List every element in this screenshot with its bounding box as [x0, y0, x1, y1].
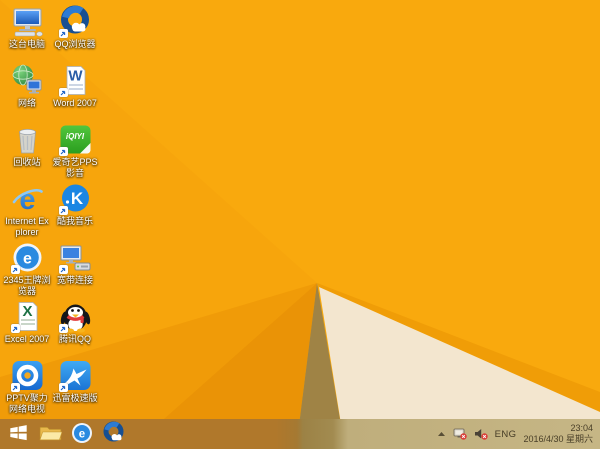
- svg-text:e: e: [79, 428, 85, 440]
- clock-time: 23:04: [570, 423, 593, 433]
- shortcut-arrow-icon: [58, 206, 68, 215]
- desktop-icon-2345-browser[interactable]: e 2345王牌浏览器: [3, 239, 51, 298]
- network-icon: [11, 64, 44, 97]
- svg-text:K: K: [70, 189, 83, 208]
- shortcut-arrow-icon: [58, 147, 68, 156]
- icon-label: 腾讯QQ: [58, 334, 91, 344]
- taskbar-buttons: e: [0, 419, 133, 449]
- icon-label: Internet Explorer: [5, 216, 49, 237]
- recycle-bin-icon: [11, 123, 44, 156]
- desktop-icons: 这台电脑 网络 回收站 e Internet Explorer e 2345王牌…: [3, 3, 99, 416]
- icon-label: 这台电脑: [8, 39, 45, 49]
- shortcut-arrow-icon: [10, 265, 20, 274]
- taskbar-clock[interactable]: 23:04 2016/4/30 星期六: [523, 423, 593, 445]
- qq-browser-icon: [58, 5, 92, 38]
- shortcut-arrow-icon: [58, 265, 68, 274]
- desktop-icon-xunlei[interactable]: 迅雷极速版: [51, 357, 99, 416]
- taskbar: e ENG 23:04 2016/4/30 星期六: [0, 419, 600, 449]
- 2345-browser-icon: e: [10, 241, 44, 274]
- windows-logo-icon: [8, 422, 29, 446]
- hidden-icons-chevron[interactable]: [437, 430, 446, 438]
- folder-icon: [39, 423, 62, 445]
- svg-text:X: X: [22, 303, 32, 320]
- qq-browser-icon: [102, 421, 126, 448]
- internet-explorer-icon: e: [11, 182, 44, 215]
- desktop: 这台电脑 网络 回收站 e Internet Explorer e 2345王牌…: [0, 0, 600, 449]
- start-button[interactable]: [5, 419, 31, 449]
- volume-muted-icon[interactable]: [474, 428, 488, 440]
- icon-label: PPTV聚力 网络电视: [6, 393, 48, 414]
- desktop-icon-kuwo-music[interactable]: K 酷我音乐: [51, 180, 99, 239]
- icon-label: QQ浏览器: [54, 39, 96, 49]
- icon-label: 宽带连接: [56, 275, 93, 285]
- desktop-icon-tencent-qq[interactable]: 腾讯QQ: [51, 298, 99, 357]
- desktop-icon-network[interactable]: 网络: [3, 62, 51, 121]
- icon-label: 回收站: [13, 157, 41, 167]
- word-icon: W: [58, 64, 92, 97]
- icon-label: 迅雷极速版: [52, 393, 98, 403]
- shortcut-arrow-icon: [58, 29, 68, 38]
- tencent-qq-icon: [58, 300, 92, 333]
- desktop-icon-word-2007[interactable]: W Word 2007: [51, 62, 99, 121]
- shortcut-arrow-icon: [10, 324, 20, 333]
- desktop-icon-broadband[interactable]: 宽带连接: [51, 239, 99, 298]
- this-pc-icon: [11, 5, 44, 38]
- shortcut-arrow-icon: [58, 383, 68, 392]
- xunlei-icon: [58, 359, 92, 392]
- icon-label: Word 2007: [53, 98, 97, 108]
- desktop-icon-iqiyi-pps[interactable]: iQIYI 爱奇艺PPS 影音: [51, 121, 99, 180]
- clock-date: 2016/4/30 星期六: [523, 434, 593, 444]
- taskbar-2345-browser[interactable]: e: [69, 419, 95, 449]
- desktop-icon-excel-2007[interactable]: X Excel 2007: [3, 298, 51, 357]
- pptv-icon: [10, 359, 44, 392]
- taskbar-qq-browser[interactable]: [101, 419, 127, 449]
- shortcut-arrow-icon: [58, 88, 68, 97]
- desktop-icon-this-pc[interactable]: 这台电脑: [3, 3, 51, 62]
- svg-text:iQIYI: iQIYI: [65, 132, 84, 141]
- svg-text:e: e: [19, 184, 35, 215]
- excel-icon: X: [10, 300, 44, 333]
- icon-label: 爱奇艺PPS 影音: [52, 157, 98, 178]
- svg-text:W: W: [68, 68, 83, 85]
- 2345-browser-icon: e: [71, 422, 93, 447]
- icon-label: 酷我音乐: [56, 216, 93, 226]
- desktop-icon-qq-browser[interactable]: QQ浏览器: [51, 3, 99, 62]
- broadband-connection-icon: [58, 241, 92, 274]
- network-disconnected-icon[interactable]: [453, 428, 467, 440]
- iqiyi-pps-icon: iQIYI: [58, 123, 92, 156]
- icon-label: 2345王牌浏览器: [3, 275, 51, 296]
- system-tray: ENG 23:04 2016/4/30 星期六: [437, 419, 600, 449]
- icon-label: Excel 2007: [4, 334, 50, 344]
- taskbar-file-explorer[interactable]: [37, 419, 63, 449]
- desktop-icon-recycle-bin[interactable]: 回收站: [3, 121, 51, 180]
- language-indicator[interactable]: ENG: [495, 429, 517, 440]
- desktop-icon-pptv[interactable]: PPTV聚力 网络电视: [3, 357, 51, 416]
- svg-text:e: e: [23, 251, 32, 268]
- shortcut-arrow-icon: [58, 324, 68, 333]
- desktop-icon-internet-explorer[interactable]: e Internet Explorer: [3, 180, 51, 239]
- icon-label: 网络: [17, 98, 36, 108]
- kuwo-music-icon: K: [58, 182, 92, 215]
- shortcut-arrow-icon: [10, 383, 20, 392]
